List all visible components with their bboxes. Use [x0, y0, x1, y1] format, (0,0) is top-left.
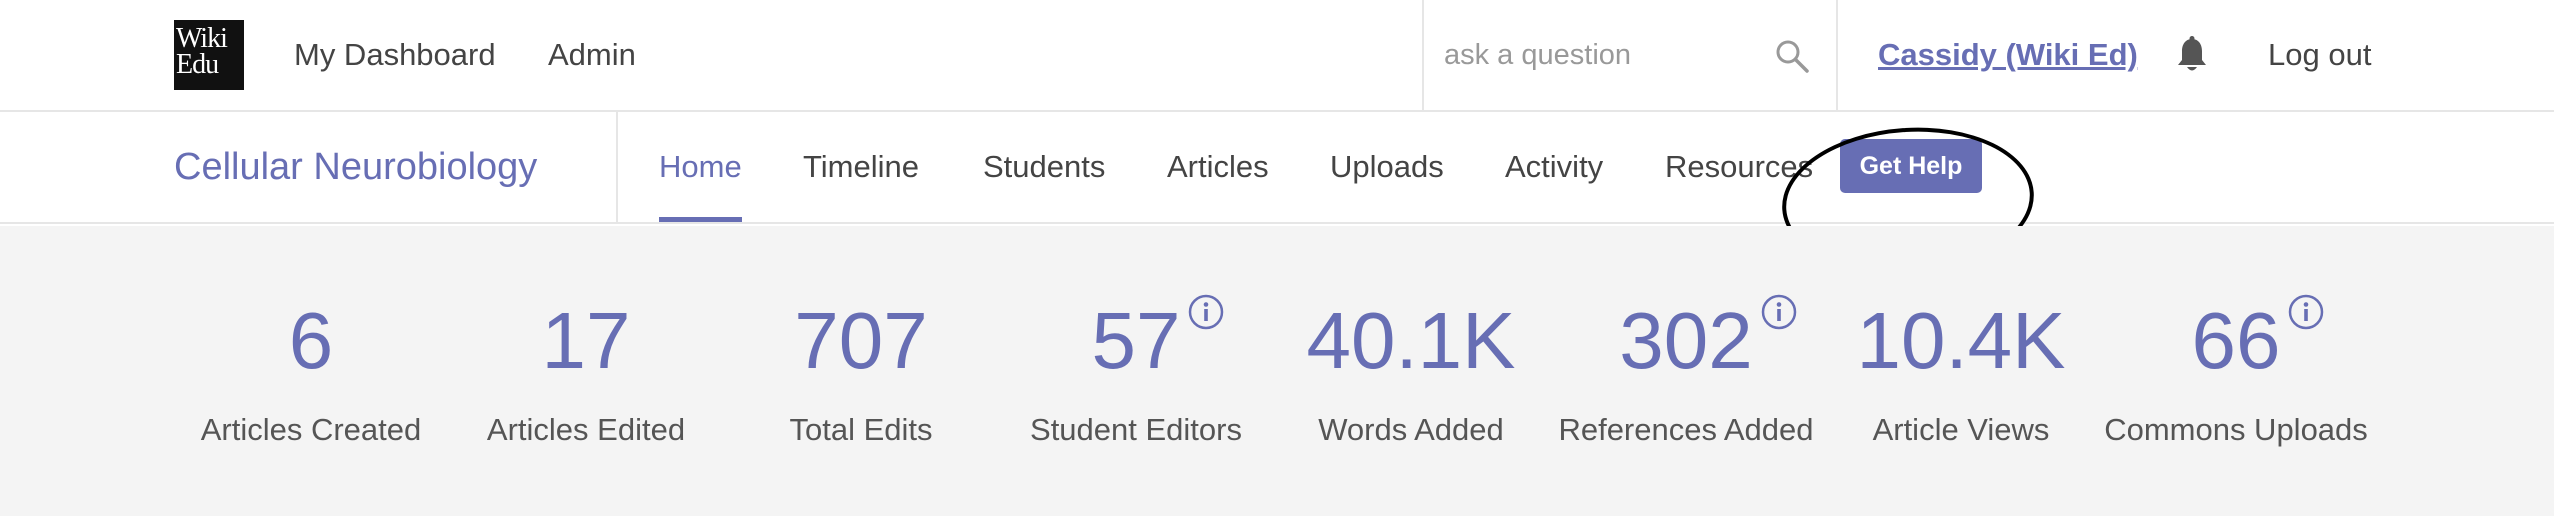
stat-article-views: 10.4K Article Views [1823, 226, 2099, 516]
stat-commons-uploads: 66 Commons Uploads [2098, 226, 2374, 516]
stat-student-editors: 57 Student Editors [998, 226, 1274, 516]
info-icon[interactable] [1761, 294, 1797, 330]
search-icon[interactable] [1774, 38, 1810, 74]
stat-value: 40.1K [1306, 296, 1516, 385]
nav-my-dashboard[interactable]: My Dashboard [294, 0, 496, 110]
get-help-button[interactable]: Get Help [1840, 139, 1982, 193]
wiki-edu-logo[interactable]: Wiki Edu [174, 20, 244, 90]
tab-resources[interactable]: Resources [1665, 112, 1813, 222]
stat-total-edits: 707 Total Edits [723, 226, 999, 516]
tab-articles[interactable]: Articles [1167, 112, 1269, 222]
stat-value: 6 [288, 296, 334, 385]
stat-label: Commons Uploads [2104, 412, 2368, 447]
tab-activity[interactable]: Activity [1505, 112, 1603, 222]
tab-students[interactable]: Students [983, 112, 1105, 222]
info-icon[interactable] [1188, 294, 1224, 330]
info-icon[interactable] [2288, 294, 2324, 330]
tab-home[interactable]: Home [659, 112, 742, 222]
course-nav-bar: Cellular Neurobiology Home Timeline Stud… [0, 112, 2554, 283]
course-stats: 6 Articles Created 17 Articles Edited 70… [0, 226, 2554, 516]
stat-value: 66 [2191, 296, 2281, 385]
stat-value: 17 [541, 296, 631, 385]
stat-value: 707 [794, 296, 928, 385]
logout-link[interactable]: Log out [2268, 0, 2371, 110]
stat-value: 10.4K [1856, 296, 2066, 385]
stat-articles-created: 6 Articles Created [173, 226, 449, 516]
course-title[interactable]: Cellular Neurobiology [174, 112, 537, 222]
stat-value: 302 [1619, 296, 1753, 385]
user-profile-link[interactable]: Cassidy (Wiki Ed) [1878, 0, 2138, 110]
bell-icon[interactable] [2176, 36, 2208, 74]
stat-value: 57 [1091, 296, 1181, 385]
top-bar: Wiki Edu My Dashboard Admin Cassidy (Wik… [0, 0, 2554, 112]
search-box [1422, 0, 1838, 110]
tab-timeline[interactable]: Timeline [803, 112, 919, 222]
logo-line-2: Edu [176, 49, 219, 80]
nav-admin[interactable]: Admin [548, 0, 636, 110]
stat-references-added: 302 References Added [1548, 226, 1824, 516]
tab-uploads[interactable]: Uploads [1330, 112, 1444, 222]
stat-articles-edited: 17 Articles Edited [448, 226, 724, 516]
search-input[interactable] [1444, 30, 1764, 80]
nav-divider [616, 112, 618, 222]
stat-words-added: 40.1K Words Added [1273, 226, 1549, 516]
